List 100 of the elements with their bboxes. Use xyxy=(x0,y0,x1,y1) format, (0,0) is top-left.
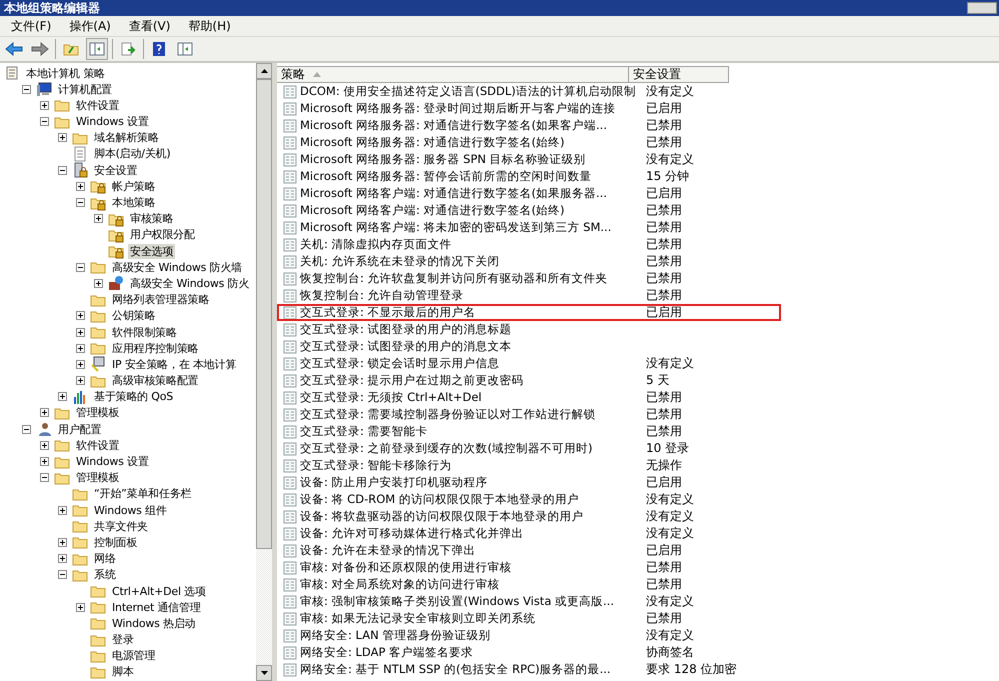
column-header[interactable]: 策略 xyxy=(277,66,629,83)
tree-item[interactable]: 网络 xyxy=(92,551,118,566)
tree-item[interactable]: 计算机配置 xyxy=(56,82,114,97)
collapse-toggle[interactable] xyxy=(40,473,49,482)
expand-toggle[interactable] xyxy=(58,133,67,142)
scrollbar[interactable] xyxy=(256,63,272,681)
tree-item[interactable]: 共享文件夹 xyxy=(92,518,150,534)
window-button[interactable] xyxy=(967,2,997,14)
expand-toggle[interactable] xyxy=(58,392,67,402)
tree-item[interactable]: 安全选项 xyxy=(128,244,176,259)
down-arrow-icon[interactable] xyxy=(260,671,268,675)
tree-item[interactable]: “开始”菜单和任务栏 xyxy=(92,486,194,502)
policy-row[interactable]: 审核: 对全局系统对象的访问进行审核 已禁用 xyxy=(277,576,999,593)
policy-row[interactable]: Microsoft 网络服务器: 对通信进行数字签名(如果客户端... 已禁用 xyxy=(277,117,999,134)
up-arrow-icon[interactable] xyxy=(260,69,268,73)
policy-row[interactable]: 交互式登录: 无须按 Ctrl+Alt+Del 已禁用 xyxy=(277,389,999,406)
expand-toggle[interactable] xyxy=(58,554,67,564)
tree-item[interactable]: 高级安全 Windows 防火 xyxy=(128,276,252,291)
policy-row[interactable]: 设备: 将软盘驱动器的访问权限仅限于本地登录的用户 没有定义 xyxy=(277,508,999,525)
tree-item[interactable]: 安全设置 xyxy=(92,162,140,178)
tree-item[interactable]: Windows 设置 xyxy=(74,114,151,130)
policy-row[interactable]: 交互式登录: 试图登录的用户的消息标题 xyxy=(277,321,999,338)
tree-item[interactable]: 高级审核策略配置 xyxy=(110,373,200,388)
tree-item[interactable]: Windows 组件 xyxy=(92,502,169,518)
tree-item[interactable]: 管理模板 xyxy=(74,405,122,420)
policy-row[interactable]: Microsoft 网络服务器: 服务器 SPN 目标名称验证级别 没有定义 xyxy=(277,151,999,168)
policy-row[interactable]: Microsoft 网络客户端: 对通信进行数字签名(如果服务器... 已启用 xyxy=(277,185,999,202)
tree-item[interactable]: 软件设置 xyxy=(74,438,122,453)
menu-item[interactable]: 查看(V) xyxy=(120,18,180,34)
policy-row[interactable]: 交互式登录: 需要域控制器身份验证以对工作站进行解锁 已禁用 xyxy=(277,406,999,423)
policy-row[interactable]: 交互式登录: 智能卡移除行为 无操作 xyxy=(277,457,999,474)
tree-item[interactable]: 用户权限分配 xyxy=(128,227,197,242)
expand-toggle[interactable] xyxy=(40,457,49,466)
collapse-toggle[interactable] xyxy=(22,84,31,94)
expand-toggle[interactable] xyxy=(76,376,85,386)
policy-row[interactable]: 设备: 允许在未登录的情况下弹出 已启用 xyxy=(277,542,999,559)
highlighted-row[interactable]: 交互式登录: 不显示最后的用户名 已启用 xyxy=(277,304,781,321)
collapse-toggle[interactable] xyxy=(76,262,85,272)
expand-toggle[interactable] xyxy=(76,182,85,191)
policy-row[interactable]: Microsoft 网络服务器: 暂停会话前所需的空闲时间数量 15 分钟 xyxy=(277,168,999,185)
tree-item[interactable]: 审核策略 xyxy=(128,211,176,226)
policy-row[interactable]: 交互式登录: 锁定会话时显示用户信息 没有定义 xyxy=(277,355,999,372)
tree-item[interactable]: 脚本(启动/关机) xyxy=(92,146,172,162)
tree-item[interactable]: 脚本 xyxy=(110,664,136,680)
collapse-toggle[interactable] xyxy=(22,424,31,434)
policy-row[interactable]: 设备: 将 CD-ROM 的访问权限仅限于本地登录的用户 没有定义 xyxy=(277,491,999,508)
tree-item[interactable]: Windows 热启动 xyxy=(110,616,198,631)
policy-row[interactable]: 设备: 允许对可移动媒体进行格式化并弹出 没有定义 xyxy=(277,525,999,542)
policy-row[interactable]: 恢复控制台: 允许软盘复制并访问所有驱动器和所有文件夹 已禁用 xyxy=(277,270,999,287)
policy-row[interactable]: 设备: 防止用户安装打印机驱动程序 已启用 xyxy=(277,474,999,491)
menu-item[interactable]: 帮助(H) xyxy=(179,18,240,34)
tree-item[interactable]: Windows 设置 xyxy=(74,454,151,469)
expand-toggle[interactable] xyxy=(76,602,85,612)
expand-toggle[interactable] xyxy=(40,100,49,110)
toolbar-button[interactable] xyxy=(86,38,108,60)
policy-row[interactable]: Microsoft 网络客户端: 将未加密的密码发送到第三方 SM... 已禁用 xyxy=(277,219,999,236)
tree-item[interactable]: 公钥策略 xyxy=(110,308,158,324)
tree-item[interactable]: 用户配置 xyxy=(56,422,104,437)
tree-item[interactable]: 系统 xyxy=(92,567,118,582)
tree-item[interactable]: 软件设置 xyxy=(74,98,122,113)
policy-row[interactable]: 审核: 对备份和还原权限的使用进行审核 已禁用 xyxy=(277,559,999,576)
collapse-toggle[interactable] xyxy=(58,166,67,175)
policy-row[interactable]: Microsoft 网络客户端: 对通信进行数字签名(始终) 已禁用 xyxy=(277,202,999,219)
policy-row[interactable]: 审核: 强制审核策略子类别设置(Windows Vista 或更高版... 没有定义 xyxy=(277,593,999,610)
tree-item[interactable]: 高级安全 Windows 防火墙 xyxy=(110,260,244,275)
menu-item[interactable]: 操作(A) xyxy=(60,18,120,34)
policy-row[interactable]: 交互式登录: 试图登录的用户的消息文本 xyxy=(277,338,999,355)
tree-item[interactable]: 软件限制策略 xyxy=(110,324,179,340)
policy-row[interactable]: Microsoft 网络服务器: 登录时间过期后断开与客户端的连接 已启用 xyxy=(277,100,999,117)
expand-toggle[interactable] xyxy=(58,538,67,547)
policy-row[interactable]: DCOM: 使用安全描述符定义语言(SDDL)语法的计算机启动限制 没有定义 xyxy=(277,83,999,100)
tree-item[interactable]: 电源管理 xyxy=(110,648,158,664)
column-header[interactable]: 安全设置 xyxy=(629,66,729,83)
policy-row[interactable]: 交互式登录: 需要智能卡 已禁用 xyxy=(277,423,999,440)
policy-row[interactable]: Microsoft 网络服务器: 对通信进行数字签名(始终) 已禁用 xyxy=(277,134,999,151)
tree-item[interactable]: 帐户策略 xyxy=(110,178,158,194)
collapse-toggle[interactable] xyxy=(40,117,49,126)
expand-toggle[interactable] xyxy=(94,214,103,224)
tree-item[interactable]: 本地策略 xyxy=(110,195,158,210)
policy-row[interactable]: 关机: 清除虚拟内存页面文件 已禁用 xyxy=(277,236,999,253)
tree-item[interactable]: Ctrl+Alt+Del 选项 xyxy=(110,584,208,598)
tree-item[interactable]: 应用程序控制策略 xyxy=(110,340,200,356)
policy-row[interactable]: 交互式登录: 之前登录到缓存的次数(域控制器不可用时) 10 登录 xyxy=(277,440,999,457)
expand-toggle[interactable] xyxy=(58,506,67,515)
expand-toggle[interactable] xyxy=(76,311,85,320)
collapse-toggle[interactable] xyxy=(58,570,67,580)
policy-row[interactable]: 网络安全: 基于 NTLM SSP 的(包括安全 RPC)服务器的最... 要求 128 位加密 xyxy=(277,661,999,678)
collapse-toggle[interactable] xyxy=(76,198,85,207)
expand-toggle[interactable] xyxy=(94,278,103,288)
policy-row[interactable]: 网络安全: LDAP 客户端签名要求 协商签名 xyxy=(277,644,999,661)
tree-item[interactable]: 管理模板 xyxy=(74,470,122,486)
expand-toggle[interactable] xyxy=(40,408,49,418)
expand-toggle[interactable] xyxy=(40,440,49,450)
policy-row[interactable]: 关机: 允许系统在未登录的情况下关闭 已禁用 xyxy=(277,253,999,270)
policy-row[interactable]: 审核: 如果无法记录安全审核则立即关闭系统 已禁用 xyxy=(277,610,999,627)
tree-item[interactable]: 网络列表管理器策略 xyxy=(110,292,212,308)
expand-toggle[interactable] xyxy=(76,360,85,369)
policy-row[interactable]: 恢复控制台: 允许自动管理登录 已禁用 xyxy=(277,287,999,304)
tree-item[interactable]: 本地计算机 策略 xyxy=(24,66,107,80)
tree-item[interactable]: Internet 通信管理 xyxy=(110,600,203,615)
